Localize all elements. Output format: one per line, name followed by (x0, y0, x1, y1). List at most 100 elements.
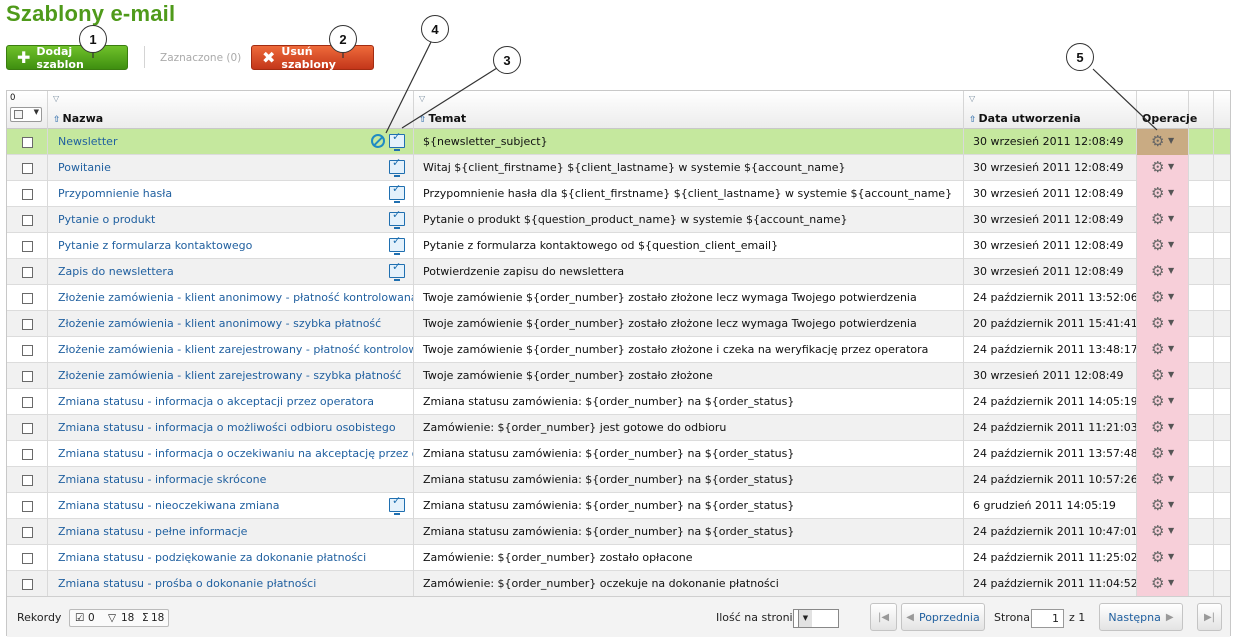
table-row[interactable]: Złożenie zamówienia - klient zarejestrow… (7, 363, 1230, 389)
filter-icon[interactable]: ▽ (53, 94, 59, 103)
first-page-button[interactable]: |◀ (870, 603, 897, 631)
template-name-link[interactable]: Przypomnienie hasła (58, 181, 172, 206)
sort-icon[interactable]: ⇧ (53, 115, 61, 125)
preview-icon[interactable]: ✓ (389, 183, 405, 203)
select-all-dropdown[interactable]: ▼ (10, 107, 42, 122)
operations-cell[interactable]: ⚙ ▼ (1137, 259, 1189, 285)
row-checkbox[interactable] (22, 319, 33, 330)
operations-cell[interactable]: ⚙ ▼ (1137, 207, 1189, 233)
table-row[interactable]: Zmiana statusu - podziękowanie za dokona… (7, 545, 1230, 571)
operations-cell[interactable]: ⚙ ▼ (1137, 181, 1189, 207)
operations-cell[interactable]: ⚙ ▼ (1137, 493, 1189, 519)
gear-icon[interactable]: ⚙ (1151, 236, 1164, 254)
row-checkbox[interactable] (22, 449, 33, 460)
row-checkbox[interactable] (22, 553, 33, 564)
table-row[interactable]: Pytanie o produkt ✓ Pytanie o produkt ${qu… (7, 207, 1230, 233)
operations-cell[interactable]: ⚙ ▼ (1137, 441, 1189, 467)
disabled-icon[interactable] (371, 134, 385, 148)
operations-cell[interactable]: ⚙ ▼ (1137, 155, 1189, 181)
template-name-link[interactable]: Newsletter (58, 129, 117, 154)
row-checkbox[interactable] (22, 267, 33, 278)
gear-icon[interactable]: ⚙ (1151, 262, 1164, 280)
table-row[interactable]: Zmiana statusu - prośba o dokonanie płat… (7, 571, 1230, 597)
row-checkbox[interactable] (22, 423, 33, 434)
operations-cell[interactable]: ⚙ ▼ (1137, 467, 1189, 493)
column-header-name[interactable]: ▽ ⇧ Nazwa (48, 91, 414, 129)
row-checkbox[interactable] (22, 475, 33, 486)
row-checkbox[interactable] (22, 241, 33, 252)
gear-icon[interactable]: ⚙ (1151, 184, 1164, 202)
gear-icon[interactable]: ⚙ (1151, 158, 1164, 176)
table-row[interactable]: Zmiana statusu - informacje skrócone Zmia… (7, 467, 1230, 493)
column-header-subject[interactable]: ▽ ⇧ Temat (414, 91, 964, 129)
template-name-link[interactable]: Zmiana statusu - nieoczekiwana zmiana (58, 493, 279, 518)
table-row[interactable]: Złożenie zamówienia - klient zarejestrow… (7, 337, 1230, 363)
next-page-button[interactable]: Następna ▶ (1099, 603, 1183, 631)
template-name-link[interactable]: Zmiana statusu - informacja o możliwości… (58, 415, 396, 440)
gear-icon[interactable]: ⚙ (1151, 392, 1164, 410)
row-checkbox[interactable] (22, 527, 33, 538)
row-checkbox[interactable] (22, 163, 33, 174)
operations-cell[interactable]: ⚙ ▼ (1137, 311, 1189, 337)
table-row[interactable]: Zmiana statusu - informacja o możliwości… (7, 415, 1230, 441)
table-row[interactable]: Zapis do newslettera ✓ Potwierdzenie zapis… (7, 259, 1230, 285)
operations-cell[interactable]: ⚙ ▼ (1137, 285, 1189, 311)
gear-icon[interactable]: ⚙ (1151, 288, 1164, 306)
row-checkbox[interactable] (22, 189, 33, 200)
gear-icon[interactable]: ⚙ (1151, 366, 1164, 384)
row-checkbox[interactable] (22, 345, 33, 356)
table-row[interactable]: Złożenie zamówienia - klient anonimowy -… (7, 285, 1230, 311)
preview-icon[interactable]: ✓ (389, 157, 405, 177)
add-template-button[interactable]: ✚ Dodaj szablon (6, 45, 128, 71)
operations-cell[interactable]: ⚙ ▼ (1137, 519, 1189, 545)
gear-icon[interactable]: ⚙ (1151, 444, 1164, 462)
filter-icon[interactable]: ▽ (419, 94, 425, 103)
template-name-link[interactable]: Zmiana statusu - prośba o dokonanie płat… (58, 571, 316, 596)
template-name-link[interactable]: Zmiana statusu - informacje skrócone (58, 467, 266, 492)
row-checkbox[interactable] (22, 397, 33, 408)
select-all-checkbox[interactable] (14, 110, 23, 119)
template-name-link[interactable]: Złożenie zamówienia - klient anonimowy -… (58, 285, 413, 310)
template-name-link[interactable]: Zmiana statusu - pełne informacje (58, 519, 247, 544)
template-name-link[interactable]: Zmiana statusu - podziękowanie za dokona… (58, 545, 366, 570)
column-header-created[interactable]: ▽ ⇧ Data utworzenia (964, 91, 1137, 129)
template-name-link[interactable]: Zmiana statusu - informacja o akceptacji… (58, 389, 374, 414)
operations-cell[interactable]: ⚙ ▼ (1137, 415, 1189, 441)
gear-icon[interactable]: ⚙ (1151, 210, 1164, 228)
preview-icon[interactable]: ✓ (389, 209, 405, 229)
table-row[interactable]: Złożenie zamówienia - klient anonimowy -… (7, 311, 1230, 337)
table-row[interactable]: Pytanie z formularza kontaktowego ✓ Pytani… (7, 233, 1230, 259)
page-number-input[interactable]: 1 (1031, 609, 1064, 628)
row-checkbox[interactable] (22, 579, 33, 590)
gear-icon[interactable]: ⚙ (1151, 314, 1164, 332)
gear-icon[interactable]: ⚙ (1151, 132, 1164, 150)
template-name-link[interactable]: Pytanie z formularza kontaktowego (58, 233, 252, 258)
last-page-button[interactable]: ▶| (1197, 603, 1222, 631)
operations-cell[interactable]: ⚙ ▼ (1137, 337, 1189, 363)
table-row[interactable]: Zmiana statusu - informacja o oczekiwani… (7, 441, 1230, 467)
per-page-select[interactable]: 25 ▼ (793, 609, 839, 628)
operations-cell[interactable]: ⚙ ▼ (1137, 571, 1189, 597)
gear-icon[interactable]: ⚙ (1151, 548, 1164, 566)
gear-icon[interactable]: ⚙ (1151, 418, 1164, 436)
preview-icon[interactable]: ✓ (389, 235, 405, 255)
gear-icon[interactable]: ⚙ (1151, 340, 1164, 358)
row-checkbox[interactable] (22, 137, 33, 148)
template-name-link[interactable]: Złożenie zamówienia - klient zarejestrow… (58, 337, 413, 362)
row-checkbox[interactable] (22, 293, 33, 304)
template-name-link[interactable]: Złożenie zamówienia - klient zarejestrow… (58, 363, 401, 388)
operations-cell[interactable]: ⚙ ▼ (1137, 129, 1189, 155)
operations-cell[interactable]: ⚙ ▼ (1137, 545, 1189, 571)
gear-icon[interactable]: ⚙ (1151, 574, 1164, 592)
gear-icon[interactable]: ⚙ (1151, 522, 1164, 540)
row-checkbox[interactable] (22, 501, 33, 512)
template-name-link[interactable]: Powitanie (58, 155, 111, 180)
gear-icon[interactable]: ⚙ (1151, 496, 1164, 514)
previous-page-button[interactable]: ◀ Poprzednia (901, 603, 985, 631)
table-row[interactable]: Zmiana statusu - nieoczekiwana zmiana ✓ Zm… (7, 493, 1230, 519)
sort-icon[interactable]: ⇧ (419, 115, 427, 125)
gear-icon[interactable]: ⚙ (1151, 470, 1164, 488)
row-checkbox[interactable] (22, 371, 33, 382)
template-name-link[interactable]: Złożenie zamówienia - klient anonimowy -… (58, 311, 381, 336)
preview-icon[interactable]: ✓ (389, 261, 405, 281)
